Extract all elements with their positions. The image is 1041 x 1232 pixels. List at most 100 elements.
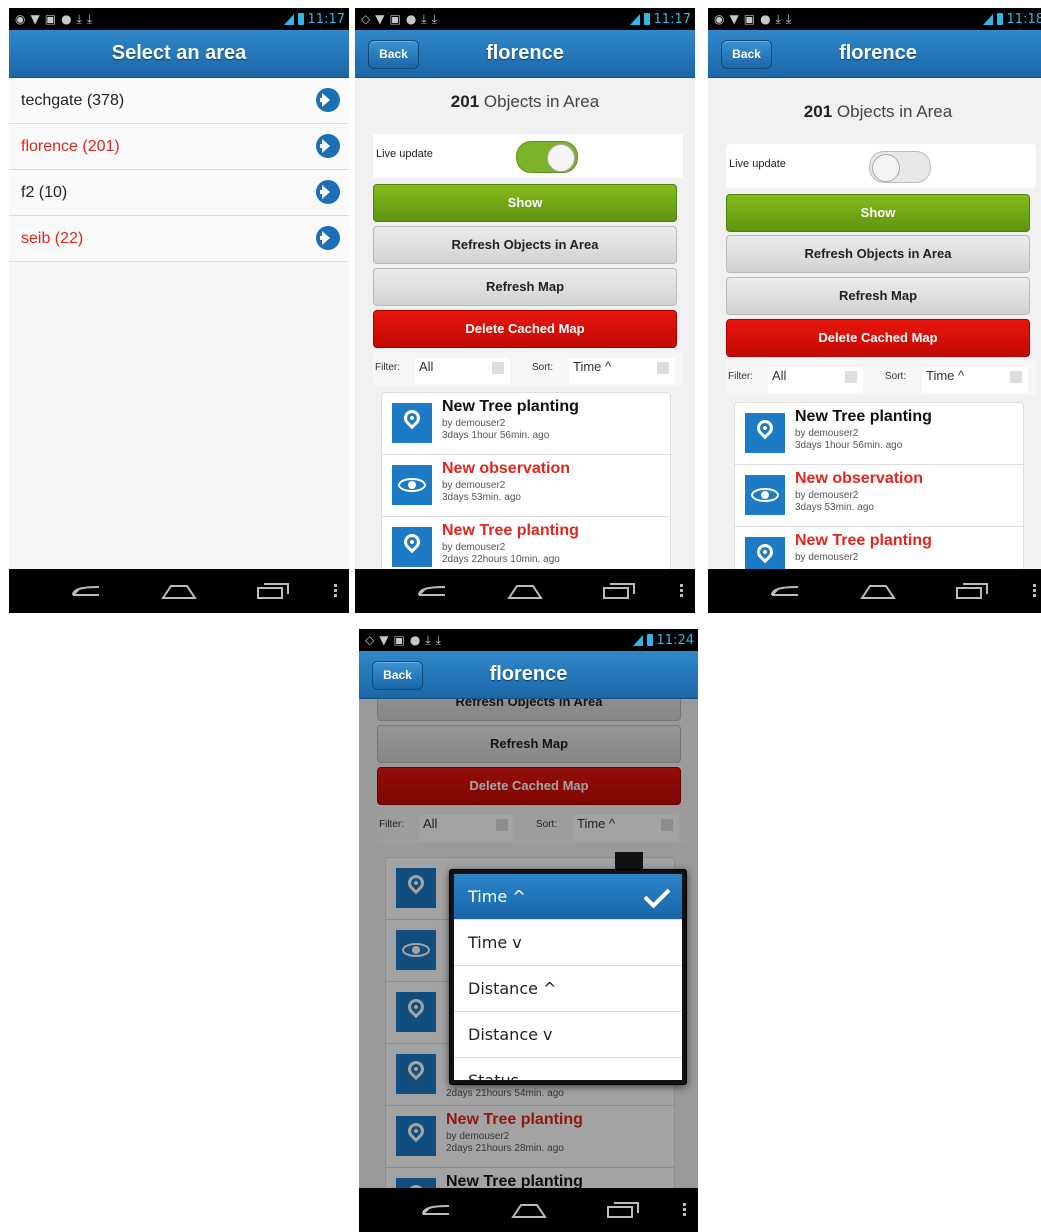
item-author: by demouser2 bbox=[795, 552, 859, 563]
screen-area-detail-live-off: ◉ ▼ ▣ ● ⤓ ⤓ 11:18 Back florence 201 Obje… bbox=[708, 8, 1041, 613]
notification-icons: ◉ ▼ ▣ ● ⤓ ⤓ bbox=[714, 8, 791, 30]
area-item-f2[interactable]: f2 (10) bbox=[9, 170, 349, 216]
area-label: seib (22) bbox=[21, 230, 84, 247]
filter-select[interactable]: All bbox=[768, 367, 863, 393]
home-nav-icon[interactable] bbox=[848, 569, 908, 613]
arrow-right-icon[interactable] bbox=[316, 88, 340, 112]
list-item[interactable]: New observation by demouser2 3days 53min… bbox=[735, 465, 1023, 527]
back-nav-icon[interactable] bbox=[753, 569, 813, 613]
sort-select[interactable]: Time ^ bbox=[922, 367, 1028, 393]
eye-icon bbox=[745, 475, 785, 515]
filter-label: Filter: bbox=[728, 371, 753, 382]
pin-icon bbox=[745, 413, 785, 453]
header-bar: Select an area bbox=[9, 30, 349, 78]
download-icon: ⤓ bbox=[76, 11, 82, 26]
item-time: 3days 1hour 56min. ago bbox=[442, 430, 550, 441]
recents-nav-icon[interactable] bbox=[942, 569, 1002, 613]
back-nav-icon[interactable] bbox=[400, 569, 460, 613]
filter-value: All bbox=[419, 359, 434, 374]
delete-cached-map-button[interactable]: Delete Cached Map bbox=[373, 310, 677, 348]
page-title: florence bbox=[489, 663, 568, 685]
sort-value: Time ^ bbox=[926, 368, 965, 383]
area-item-techgate[interactable]: techgate (378) bbox=[9, 78, 349, 124]
refresh-objects-button[interactable]: Refresh Objects in Area bbox=[373, 226, 677, 264]
back-nav-icon[interactable] bbox=[404, 1188, 464, 1232]
item-title: New Tree planting bbox=[442, 398, 579, 415]
home-nav-icon[interactable] bbox=[495, 569, 555, 613]
list-item[interactable]: New Tree planting by demouser2 3days 1ho… bbox=[735, 403, 1023, 465]
live-update-toggle[interactable] bbox=[516, 141, 578, 173]
wifi-icon: ▼ bbox=[379, 633, 389, 647]
status-bar: ◇ ▼ ▣ ● ⤓ ⤓ 11:24 bbox=[359, 629, 698, 651]
wifi-icon: ▼ bbox=[375, 12, 385, 26]
download-icon: ⤓ bbox=[775, 11, 781, 26]
item-title: New Tree planting bbox=[795, 408, 932, 425]
sort-option-label: Time ^ bbox=[468, 887, 526, 906]
gps-icon: ◇ bbox=[361, 12, 371, 26]
show-button[interactable]: Show bbox=[373, 184, 677, 222]
refresh-map-button[interactable]: Refresh Map bbox=[726, 277, 1030, 315]
list-item[interactable]: New Tree planting by demouser2 bbox=[735, 527, 1023, 569]
delete-cached-map-button[interactable]: Delete Cached Map bbox=[726, 319, 1030, 357]
eye-icon bbox=[392, 465, 432, 505]
arrow-right-icon[interactable] bbox=[316, 226, 340, 250]
show-button[interactable]: Show bbox=[726, 194, 1030, 232]
signal-icon bbox=[632, 634, 643, 646]
sort-option-distance-desc[interactable]: Distance v bbox=[454, 1012, 682, 1058]
sort-option-label: Distance ^ bbox=[468, 979, 557, 998]
gps-icon: ◇ bbox=[365, 633, 375, 647]
arrow-right-icon[interactable] bbox=[316, 134, 340, 158]
dropdown-icon bbox=[657, 362, 669, 374]
refresh-objects-button[interactable]: Refresh Objects in Area bbox=[726, 235, 1030, 273]
toggle-knob bbox=[872, 154, 900, 182]
area-list: techgate (378) florence (201) f2 (10) se… bbox=[9, 78, 349, 569]
area-item-florence[interactable]: florence (201) bbox=[9, 124, 349, 170]
sort-option-label: Status bbox=[468, 1071, 519, 1080]
sort-option-distance-asc[interactable]: Distance ^ bbox=[454, 966, 682, 1012]
overflow-menu-icon[interactable] bbox=[334, 584, 337, 598]
object-count-number: 201 bbox=[450, 92, 480, 111]
recents-nav-icon[interactable] bbox=[243, 569, 303, 613]
area-label: florence (201) bbox=[21, 138, 120, 155]
battery-icon bbox=[646, 634, 653, 646]
status-bar: ◇ ▼ ▣ ● ⤓ ⤓ 11:17 bbox=[355, 8, 695, 30]
list-item[interactable]: New observation by demouser2 3days 53min… bbox=[382, 455, 670, 517]
sort-option-status[interactable]: Status bbox=[454, 1058, 682, 1080]
overflow-menu-icon[interactable] bbox=[1033, 584, 1036, 598]
item-author: by demouser2 bbox=[442, 480, 506, 491]
list-item[interactable]: New Tree planting by demouser2 3days 1ho… bbox=[382, 393, 670, 455]
dropdown-anchor bbox=[615, 852, 643, 870]
overflow-menu-icon[interactable] bbox=[680, 584, 683, 598]
download-icon: ⤓ bbox=[435, 632, 441, 647]
recents-nav-icon[interactable] bbox=[589, 569, 649, 613]
live-update-toggle[interactable] bbox=[869, 151, 931, 183]
area-content: 201 Objects in Area Live update Show Ref… bbox=[355, 78, 695, 569]
list-item[interactable]: New Tree planting by demouser2 2days 22h… bbox=[382, 517, 670, 569]
gallery-icon: ▣ bbox=[393, 633, 405, 647]
object-list: New Tree planting by demouser2 3days 1ho… bbox=[381, 392, 671, 569]
refresh-map-button[interactable]: Refresh Map bbox=[373, 268, 677, 306]
overflow-menu-icon[interactable] bbox=[683, 1203, 686, 1217]
filter-select[interactable]: All bbox=[415, 358, 510, 384]
recents-nav-icon[interactable] bbox=[593, 1188, 653, 1232]
sort-option-time-asc[interactable]: Time ^ bbox=[454, 874, 682, 920]
object-count-number: 201 bbox=[803, 102, 833, 121]
item-author: by demouser2 bbox=[795, 490, 859, 501]
checkmark-icon bbox=[643, 881, 671, 909]
sort-dropdown-menu: Time ^ Time v Distance ^ Distance v Stat… bbox=[449, 869, 687, 1085]
chrome-icon: ● bbox=[409, 633, 421, 647]
area-item-seib[interactable]: seib (22) bbox=[9, 216, 349, 262]
sort-option-time-desc[interactable]: Time v bbox=[454, 920, 682, 966]
arrow-right-icon[interactable] bbox=[316, 180, 340, 204]
item-time: 3days 53min. ago bbox=[442, 492, 521, 503]
signal-icon bbox=[629, 13, 640, 25]
item-title: New observation bbox=[795, 470, 924, 487]
sort-select[interactable]: Time ^ bbox=[569, 358, 675, 384]
item-title: New observation bbox=[442, 460, 571, 477]
header-bar: Back florence bbox=[708, 30, 1041, 78]
sort-label: Sort: bbox=[885, 371, 907, 382]
object-list: New Tree planting by demouser2 3days 1ho… bbox=[734, 402, 1024, 569]
home-nav-icon[interactable] bbox=[499, 1188, 559, 1232]
home-nav-icon[interactable] bbox=[149, 569, 209, 613]
back-nav-icon[interactable] bbox=[54, 569, 114, 613]
